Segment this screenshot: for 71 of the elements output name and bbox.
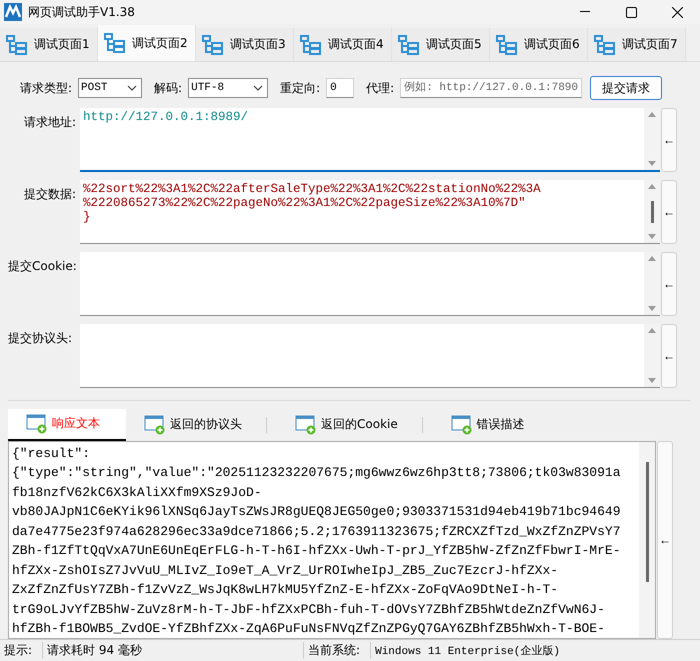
method-select[interactable]: POST (78, 78, 142, 98)
result-tab[interactable]: 返回的Cookie (277, 409, 412, 440)
scrollbar[interactable] (639, 442, 655, 638)
arrow-button[interactable]: ← (661, 180, 677, 244)
scrollbar[interactable] (644, 108, 660, 170)
app-logo-icon (4, 3, 22, 21)
scroll-down-icon (648, 234, 656, 240)
page-tab[interactable]: 调试页面6 (490, 28, 588, 62)
encoding-select[interactable]: UTF-8 (188, 78, 268, 98)
window-add-icon (295, 414, 317, 435)
scroll-up-icon (648, 327, 656, 334)
window-add-icon (26, 414, 48, 434)
chevron-down-icon (127, 85, 138, 92)
field-text: %22sort%22%3A1%2C%22afterSaleType%22%3A1%2C%22stationNo%22%3A %2220865273%22%2C%22pageNo%22%3A1%2C%22pageSize%22%3A10%7D" } (83, 182, 541, 224)
window-title: 网页调试助手V1.38 (28, 4, 136, 20)
redirect-input[interactable]: 0 (326, 78, 354, 98)
scroll-down-icon (648, 306, 656, 312)
window-add-icon (450, 414, 473, 435)
scroll-thumb[interactable] (650, 200, 654, 223)
window-add-icon (144, 414, 166, 435)
tree-icon (104, 33, 126, 54)
system-text: Windows 11 Enterprise(企业版) (374, 644, 561, 658)
encoding-label: 解码: (154, 80, 182, 97)
hint-label: 提示: (0, 642, 44, 659)
page-tab[interactable]: 调试页面5 (392, 28, 490, 62)
page-tab[interactable]: 调试页面3 (196, 28, 294, 62)
scroll-up-icon (648, 183, 656, 190)
tree-icon (300, 34, 322, 55)
page-tab[interactable]: 调试页面1 (0, 28, 98, 62)
close-icon (672, 6, 682, 18)
tree-icon (6, 34, 28, 55)
proxy-label: 代理: (366, 80, 394, 97)
result-tab[interactable]: 响应文本 (8, 409, 126, 440)
page-tab[interactable]: 调试页面2 (98, 25, 196, 62)
field-text: http://127.0.0.1:8989/ (83, 110, 248, 124)
tree-icon (594, 34, 616, 55)
arrow-button[interactable]: ← (657, 440, 673, 638)
arrow-button[interactable]: ← (661, 324, 677, 388)
field-label: 请求地址: (22, 114, 77, 132)
text-area[interactable]: http://127.0.0.1:8989/ (80, 108, 660, 172)
tree-icon (398, 34, 420, 55)
redirect-label: 重定向: (280, 80, 320, 97)
scrollbar[interactable] (644, 180, 660, 244)
field-label: 提交协议头: (7, 330, 74, 348)
scrollbar[interactable] (644, 252, 660, 316)
minimize-icon (580, 11, 590, 13)
text-area[interactable]: %22sort%22%3A1%2C%22afterSaleType%22%3A1%2C%22stationNo%22%3A %2220865273%22%2C%22pageNo%22%3A1%2C%22pageSize%22%3A10%7D" } (80, 180, 660, 244)
tree-icon (496, 34, 518, 55)
scroll-down-icon (648, 161, 656, 168)
scroll-thumb[interactable] (646, 462, 648, 582)
system-label: 当前系统: (304, 642, 372, 659)
tree-icon (202, 34, 224, 55)
chevron-down-icon (253, 85, 264, 92)
response-text: {"result": {"type":"string","value":"20251123232207675;mg6wwz6wz6hp3tt8;73806;tk03w83091a fb18nzfV62kC6X3kAliXXfm9XSz9JoD- vb80JAJpN1C6eKYik96lXNSq6JayTsZWsJR8gUEQ8JEG50ge0;9303371531d94eb419b71bc94649 da7e4775e23f974a628296ec33a9dce71866;5.2;1763911323675;fZRCXZfTzd_WxZfZnZPVsY7 ZBh-f1ZfTtQqVxA7UnE6UnEqErFLG-h-T-h6I-hfZXx-Uwh-T-prJ_YfZB5hW-ZfZnZfFbwrI-MrE- hfZXx-ZshOIsZ7JvVuU_MLIvZ_Io9eT_A_VrZ_UrROIwheIpJ_ZB5_Zuc7EzcrJ-hfZXx- ZxZfZnZfUsY7ZBh-f1ZvVzZ_WsJqK8wLH7kMU5YfZnZ-E-hfZXx-ZoFqVAo9DtNeI-h-T- trG9oLJvYfZB5hW-ZuVz8rM-h-T-JbF-hfZXxPCBh-fuh-T-dOVsY7ZBhfZB5hWtdeZnZfVwN6J- hfZBh-f1BOWB5_ZvdOE-YfZBhfZXx-ZqA6PuFuNsFNVqZfZnZPGyQ7GAY6ZBhfZB5hWxh-T-BOE- (12, 446, 620, 636)
proxy-input[interactable]: 例如: http://127.0.0.1:7890 (400, 78, 582, 98)
field-label: 提交数据: (22, 186, 77, 204)
arrow-button[interactable]: ← (661, 252, 677, 316)
page-tab[interactable]: 调试页面7 (588, 28, 686, 62)
page-tab[interactable]: 调试页面4 (294, 28, 392, 62)
scroll-up-icon (648, 255, 656, 262)
hint-text: 请求耗时 94 毫秒 (43, 642, 304, 659)
submit-button[interactable]: 提交请求 (590, 76, 662, 100)
arrow-button[interactable]: ← (661, 108, 677, 172)
field-label: 提交Cookie: (7, 258, 78, 276)
scroll-up-icon (648, 111, 656, 118)
maximize-icon (626, 6, 636, 18)
method-label: 请求类型: (20, 80, 72, 97)
scrollbar[interactable] (644, 324, 660, 388)
result-tab[interactable]: 返回的协议头 (126, 409, 256, 440)
scroll-down-icon (648, 378, 656, 384)
result-tab[interactable]: 错误描述 (432, 409, 539, 440)
